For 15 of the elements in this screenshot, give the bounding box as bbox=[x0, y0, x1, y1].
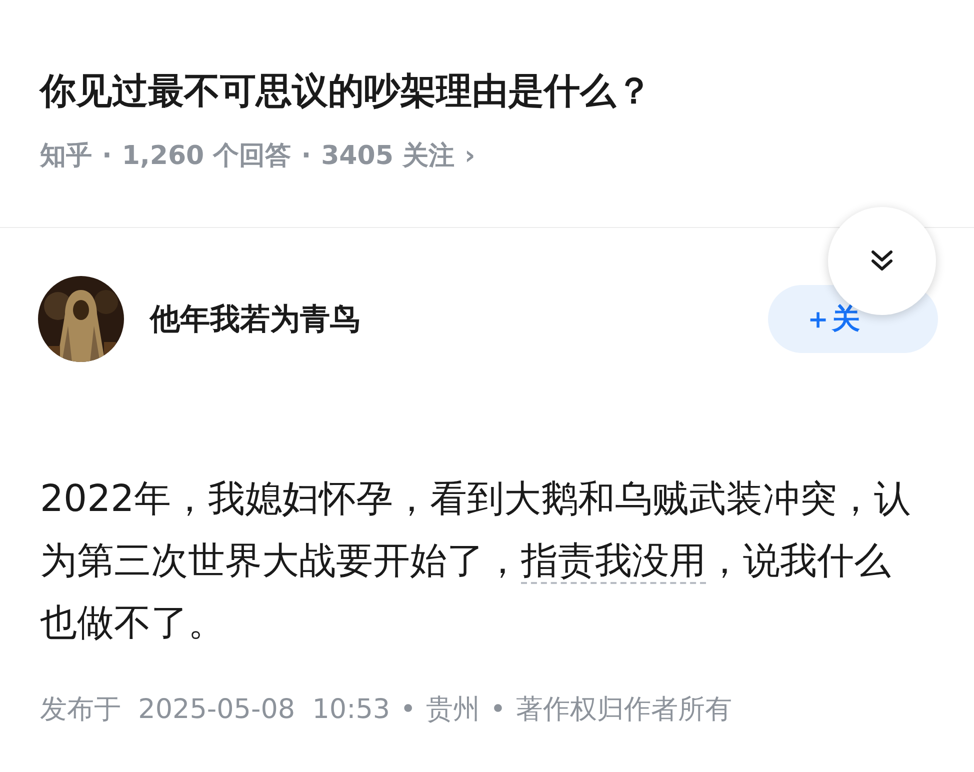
dot-separator: • bbox=[490, 693, 506, 727]
publish-time: 发布于 2025-05-08 10:53 bbox=[40, 693, 390, 727]
author-name[interactable]: 他年我若为青鸟 bbox=[150, 296, 360, 342]
dot-separator: · bbox=[301, 140, 312, 174]
location-label: 贵州 bbox=[426, 693, 480, 727]
dot-separator: • bbox=[400, 693, 416, 727]
chevron-right-icon[interactable]: › bbox=[464, 137, 476, 176]
copyright-notice: 著作权归作者所有 bbox=[516, 693, 732, 727]
dot-separator: · bbox=[102, 140, 112, 174]
question-title: 你见过最不可思议的吵架理由是什么？ bbox=[40, 70, 653, 114]
answer-text: 2022年，我媳妇怀孕，看到大鹅和乌贼武装冲突，认为第三次世界大战要开始了，指责我没用，说我什么也做不了。 bbox=[39, 476, 912, 646]
inline-link[interactable]: 指责我没用 bbox=[521, 539, 706, 584]
answer-count[interactable]: 1,260 个回答 bbox=[122, 137, 292, 176]
source-label: 知乎 bbox=[40, 140, 92, 174]
follower-count[interactable]: 3405 关注 bbox=[321, 137, 454, 176]
